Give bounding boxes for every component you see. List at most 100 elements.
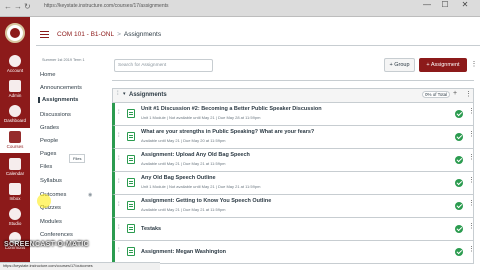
rail-label: Inbox [9,196,21,201]
row-kebab-icon[interactable]: ⋮ [468,245,475,253]
rail-item-studio[interactable]: Studio [0,208,30,226]
drag-handle-icon[interactable]: ⁞ [118,179,120,185]
published-check-icon[interactable] [455,133,463,141]
rail-label: Account [6,68,24,73]
rail-item-inbox[interactable]: Inbox [0,183,30,201]
rail-item-dashboard[interactable]: Dashboard [0,105,30,123]
header-divider [36,45,480,46]
rail-label: Calendar [5,171,25,176]
rail-item-admin[interactable]: Admin [0,80,30,98]
group-add-icon[interactable]: + [453,90,457,97]
add-assignment-button[interactable]: + Assignment [419,58,467,72]
visibility-icon[interactable]: ◉ [88,192,92,198]
rail-label: Admin [8,93,22,98]
published-check-icon[interactable] [455,156,463,164]
search-assignments-input[interactable]: Search for Assignment [114,59,213,72]
course-nav-syllabus[interactable]: Syllabus [40,178,62,184]
assignment-title[interactable]: Any Old Bag Speech Outline [141,175,216,181]
assignment-meta: Available until May 21 | Due May 21 at 1… [141,207,226,212]
assignment-list: ⁞ Unit #1 Discussion #2: Becoming a Bett… [112,103,475,264]
forward-icon[interactable]: → [14,2,22,12]
drag-handle-icon[interactable]: ⁞ [118,202,120,208]
row-kebab-icon[interactable]: ⋮ [468,107,475,115]
close-window-button[interactable]: ✕ [458,0,472,9]
drag-handle-icon[interactable]: ⁞ [118,248,120,254]
collapse-caret-icon[interactable]: ▾ [123,91,126,97]
assignment-row[interactable]: ⁞ Testaks ⋮ [112,218,475,241]
assignment-icon [127,247,135,256]
breadcrumb: COM 101 - B1-ONL > Assignments [57,31,161,38]
assignment-row[interactable]: ⁞ Unit #1 Discussion #2: Becoming a Bett… [112,103,475,126]
course-nav-announcements[interactable]: Announcements [40,85,82,91]
assignment-icon [127,109,135,118]
browser-toolbar: ← → ↻ https://keystate.instructure.com/c… [0,0,480,17]
row-kebab-icon[interactable]: ⋮ [468,130,475,138]
rail-item-calendar[interactable]: Calendar [0,158,30,176]
published-check-icon[interactable] [455,110,463,118]
group-kebab-icon[interactable]: ⋮ [465,90,472,98]
calendar-icon [9,158,21,170]
assignment-title[interactable]: Testaks [141,226,161,232]
assignment-icon [127,155,135,164]
breadcrumb-course-link[interactable]: COM 101 - B1-ONL [57,31,114,38]
drag-handle-icon[interactable]: ⁞ [118,110,120,116]
assignment-icon [127,224,135,233]
rail-item-courses[interactable]: Courses [0,128,30,153]
reload-icon[interactable]: ↻ [24,2,31,12]
course-nav-pages[interactable]: Pages [40,151,56,157]
course-nav-home[interactable]: Home [40,72,55,78]
settings-kebab-icon[interactable]: ⋮ [470,58,478,72]
shield-icon [9,80,21,92]
course-nav-grades[interactable]: Grades [40,125,59,131]
row-kebab-icon[interactable]: ⋮ [468,153,475,161]
course-nav-files[interactable]: Files [40,164,52,170]
course-nav-discussions[interactable]: Discussions [40,112,71,118]
row-kebab-icon[interactable]: ⋮ [468,176,475,184]
drag-handle-icon[interactable]: ⁞ [118,133,120,139]
assignment-row[interactable]: ⁞ Assignment: Megan Washington ⋮ [112,241,475,264]
dashboard-icon [9,105,21,117]
course-nav-modules[interactable]: Modules [40,219,62,225]
course-nav-conferences[interactable]: Conferences [40,232,73,238]
row-kebab-icon[interactable]: ⋮ [468,222,475,230]
published-check-icon[interactable] [455,225,463,233]
assignment-row[interactable]: ⁞ Any Old Bag Speech Outline Unit 1 Modu… [112,172,475,195]
breadcrumb-current: Assignments [123,31,162,38]
back-icon[interactable]: ← [4,2,12,12]
assignment-title[interactable]: Unit #1 Discussion #2: Becoming a Better… [141,106,322,112]
assignment-title[interactable]: Assignment: Upload Any Old Bag Speech [141,152,250,158]
assignment-row[interactable]: ⁞ What are your strengths in Public Spea… [112,126,475,149]
minimize-button[interactable]: — [420,0,434,9]
rail-label: Dashboard [3,118,26,123]
status-bar-url: https://keystate.instructure.com/courses… [0,262,160,270]
rail-label: Courses [6,144,24,149]
published-check-icon[interactable] [455,179,463,187]
course-nav-assignments[interactable]: Assignments [38,97,78,103]
assignment-row[interactable]: ⁞ Assignment: Getting to Know You Speech… [112,195,475,218]
drag-handle-icon[interactable]: ⁞ [118,225,120,231]
assignment-title[interactable]: Assignment: Getting to Know You Speech O… [141,198,271,204]
row-kebab-icon[interactable]: ⋮ [468,199,475,207]
address-bar[interactable]: https://keystate.instructure.com/courses… [44,3,169,9]
breadcrumb-separator: > [117,31,121,38]
assignment-meta: Available until May 21 | Due May 20 at 1… [141,138,226,143]
assignment-icon [127,178,135,187]
assignment-row[interactable]: ⁞ Assignment: Upload Any Old Bag Speech … [112,149,475,172]
rail-item-account[interactable]: Account [0,55,30,73]
assignment-group-header[interactable]: ⁞ ▾ Assignments 0% of Total + ⋮ [112,88,474,103]
school-logo[interactable] [5,23,25,43]
rail-label: Studio [8,221,22,226]
inbox-icon [9,183,21,195]
published-check-icon[interactable] [455,248,463,256]
hamburger-menu-icon[interactable] [40,31,49,38]
global-navigation: Account Admin Dashboard Courses Calendar… [0,17,30,270]
assignment-title[interactable]: What are your strengths in Public Speaki… [141,129,314,135]
drag-handle-icon[interactable]: ⁞ [118,156,120,162]
course-nav-people[interactable]: People [40,138,58,144]
published-check-icon[interactable] [455,202,463,210]
add-group-button[interactable]: + Group [384,58,415,72]
maximize-button[interactable]: ☐ [438,0,452,9]
drag-handle-icon[interactable]: ⁞ [117,91,119,97]
assignment-title[interactable]: Assignment: Megan Washington [141,249,226,255]
assignment-meta: Unit 1 Module | Not available until May … [141,184,261,189]
